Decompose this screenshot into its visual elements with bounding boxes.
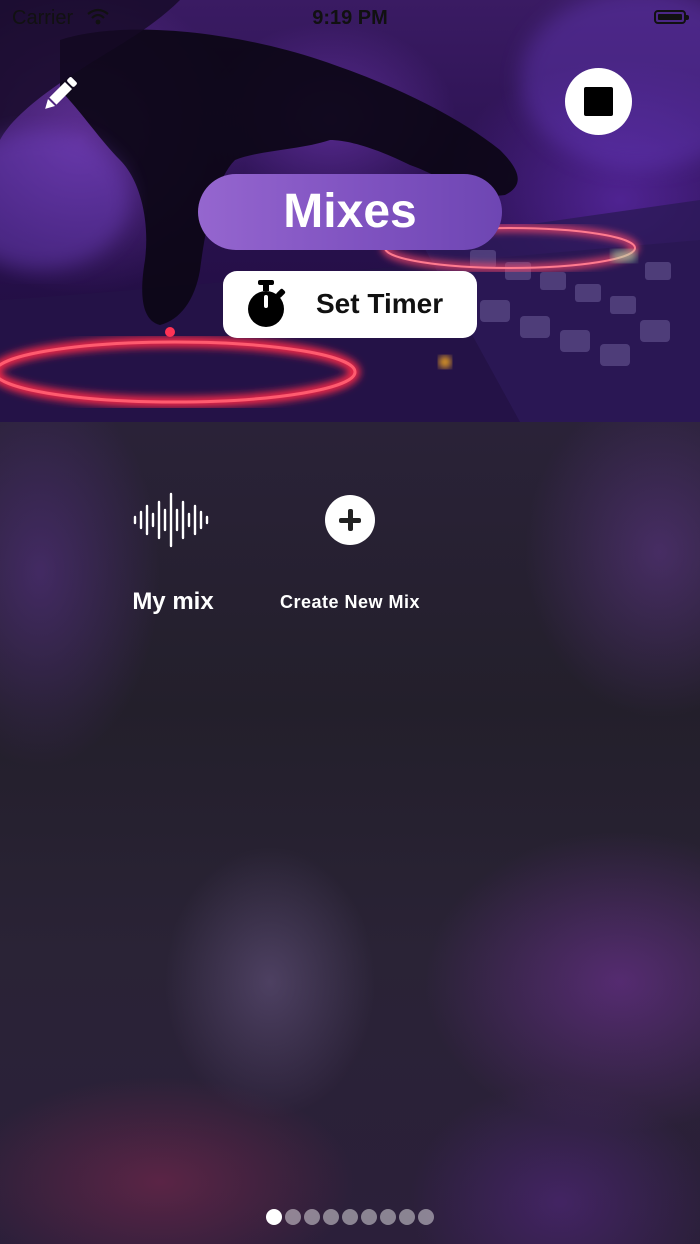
- create-new-mix-label: Create New Mix: [279, 592, 421, 612]
- stopwatch-icon: [248, 280, 286, 327]
- page-indicator[interactable]: [0, 1209, 700, 1227]
- plus-circle-icon: [325, 495, 375, 545]
- edit-button[interactable]: [38, 72, 82, 116]
- stop-button[interactable]: [565, 68, 632, 135]
- page-dot[interactable]: [399, 1209, 415, 1225]
- create-new-mix-button[interactable]: Create New Mix: [268, 482, 432, 622]
- page-dot[interactable]: [380, 1209, 396, 1225]
- battery-icon: [654, 10, 689, 24]
- set-timer-label: Set Timer: [316, 288, 444, 319]
- mix-item-label: My mix: [132, 588, 214, 615]
- set-timer-button[interactable]: Set Timer: [223, 271, 477, 338]
- page-dot[interactable]: [266, 1209, 282, 1225]
- stop-icon: [584, 87, 613, 116]
- page-dot[interactable]: [361, 1209, 377, 1225]
- page-dot[interactable]: [304, 1209, 320, 1225]
- page-title: Mixes: [198, 174, 502, 250]
- page-dot[interactable]: [418, 1209, 434, 1225]
- page-dot[interactable]: [285, 1209, 301, 1225]
- sound-wave-icon: [133, 492, 209, 548]
- page-dot[interactable]: [323, 1209, 339, 1225]
- status-time: 9:19 PM: [312, 7, 388, 29]
- status-bar: Carrier 9:19 PM: [0, 0, 700, 36]
- pencil-icon: [45, 77, 77, 109]
- mix-item-my-mix[interactable]: My mix: [110, 482, 236, 622]
- page-dot[interactable]: [342, 1209, 358, 1225]
